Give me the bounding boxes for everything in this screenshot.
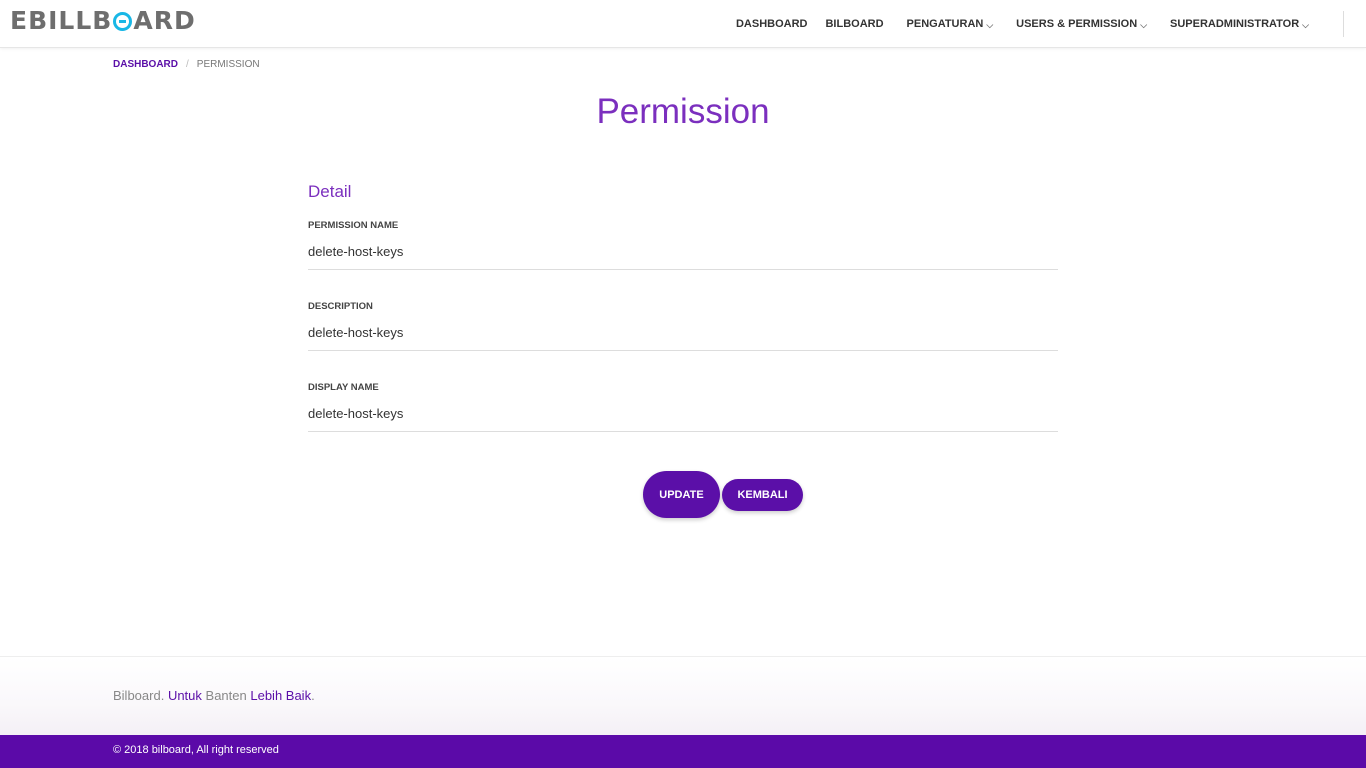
nav-item-dashboard[interactable]: DASHBOARD: [727, 0, 817, 48]
nav-item-label: USERS & PERMISSION: [1016, 18, 1138, 30]
logo-text-prefix: EBILLB: [10, 6, 113, 35]
nav-item-users-permission[interactable]: USERS & PERMISSION ⌵: [1007, 0, 1156, 48]
update-button[interactable]: UPDATE: [643, 471, 720, 518]
section-title: Detail: [308, 182, 352, 201]
tagline-link-lebih-baik[interactable]: Lebih Baik: [250, 688, 311, 703]
logo-mark-icon: [113, 11, 133, 31]
permission-name-label: PERMISSION NAME: [308, 220, 399, 231]
display-name-input[interactable]: [308, 396, 1058, 432]
footer-tagline: Bilboard. Untuk Banten Lebih Baik.: [113, 688, 315, 703]
copyright-text: © 2018 bilboard, All right reserved: [113, 744, 279, 756]
nav-item-label: SUPERADMINISTRATOR: [1170, 18, 1300, 30]
nav-item-label: DASHBOARD: [735, 18, 808, 30]
logo-text-suffix: ARD: [133, 6, 196, 35]
chevron-down-icon: ⌵: [1302, 19, 1309, 30]
tagline-start: Bilboard.: [113, 688, 165, 703]
description-input[interactable]: [308, 315, 1058, 351]
chevron-down-icon: ⌵: [986, 19, 994, 30]
permission-name-input[interactable]: [308, 234, 1058, 270]
tagline-mid: Banten: [205, 688, 247, 703]
nav-item-superadministrator[interactable]: SUPERADMINISTRATOR ⌵: [1161, 0, 1318, 48]
tagline-end: .: [311, 688, 315, 703]
brand-logo[interactable]: EBILLB ARD: [10, 6, 196, 36]
footer: Bilboard. Untuk Banten Lebih Baik.: [0, 656, 1366, 735]
main-nav: DASHBOARD BILBOARD PENGATURAN ⌵ USERS & …: [727, 0, 1318, 48]
description-field: DESCRIPTION: [308, 301, 1058, 351]
top-navbar: EBILLB ARD DASHBOARD BILBOARD PENGATURAN …: [0, 0, 1366, 48]
permission-detail-form: Detail PERMISSION NAME DESCRIPTION DISPL…: [308, 182, 1058, 432]
nav-item-bilboard[interactable]: BILBOARD: [816, 0, 892, 48]
display-name-field: DISPLAY NAME: [308, 382, 1058, 432]
breadcrumb-current: PERMISSION: [196, 59, 260, 70]
description-label: DESCRIPTION: [308, 301, 373, 312]
breadcrumb: DASHBOARD / PERMISSION: [113, 59, 260, 70]
display-name-label: DISPLAY NAME: [308, 382, 379, 393]
tagline-link-untuk[interactable]: Untuk: [168, 688, 202, 703]
page-title: Permission: [596, 92, 770, 131]
chevron-down-icon: ⌵: [1140, 19, 1148, 30]
permission-name-field: PERMISSION NAME: [308, 220, 1058, 270]
breadcrumb-dashboard-link[interactable]: DASHBOARD: [113, 59, 178, 70]
form-actions: UPDATE KEMBALI: [0, 471, 1366, 518]
nav-item-label: BILBOARD: [825, 18, 884, 30]
breadcrumb-separator: /: [186, 59, 189, 70]
back-button[interactable]: KEMBALI: [722, 478, 803, 511]
nav-item-label: PENGATURAN: [906, 18, 984, 30]
nav-divider: [1343, 11, 1344, 37]
footer-bar: © 2018 bilboard, All right reserved: [0, 735, 1366, 768]
nav-item-pengaturan[interactable]: PENGATURAN ⌵: [898, 0, 1003, 48]
